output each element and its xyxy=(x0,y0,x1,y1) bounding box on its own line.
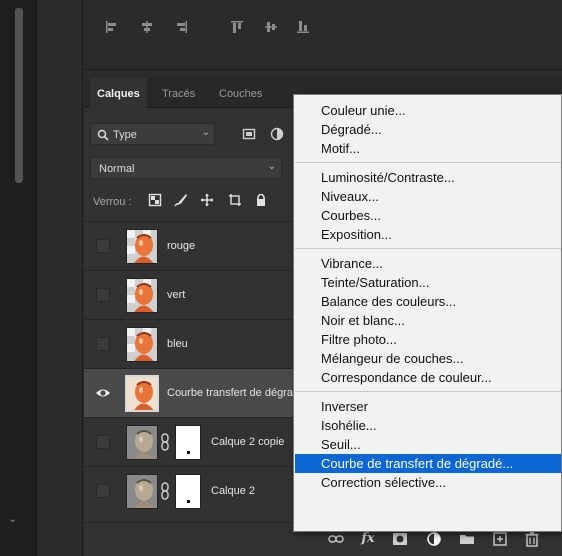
filter-adjustment-icon[interactable] xyxy=(270,127,284,141)
menu-separator xyxy=(295,248,561,249)
folder-icon[interactable] xyxy=(459,531,475,547)
blend-mode-select[interactable]: Normal ⌄ xyxy=(90,157,282,179)
layer-filter-select[interactable]: Type ⌄ xyxy=(90,123,215,145)
visibility-toggle[interactable] xyxy=(96,239,110,253)
menu-item[interactable]: Luminosité/Contraste... xyxy=(295,168,561,187)
new-layer-icon[interactable] xyxy=(492,531,508,547)
eye-icon[interactable] xyxy=(95,386,111,400)
align-center-vertical-icon[interactable] xyxy=(264,20,278,34)
align-bottom-icon[interactable] xyxy=(296,20,310,34)
lock-all-icon[interactable] xyxy=(254,193,268,207)
visibility-toggle[interactable] xyxy=(96,288,110,302)
align-top-icon[interactable] xyxy=(230,20,244,34)
menu-item[interactable]: Vibrance... xyxy=(295,254,561,273)
layer-thumbnail xyxy=(125,375,159,412)
layer-name: vert xyxy=(167,289,186,301)
align-left-icon[interactable] xyxy=(105,20,119,34)
menu-item[interactable]: Dégradé... xyxy=(295,120,561,139)
adjustment-layer-icon[interactable] xyxy=(426,531,442,547)
adjustment-layer-menu: Couleur unie... Dégradé... Motif... Luminos… xyxy=(293,94,562,532)
visibility-toggle[interactable] xyxy=(96,337,110,351)
menu-item[interactable]: Exposition... xyxy=(295,225,561,244)
menu-item[interactable]: Couleur unie... xyxy=(295,101,561,120)
link-layers-icon[interactable] xyxy=(328,531,344,547)
layer-thumbnail xyxy=(126,425,158,460)
lock-position-icon[interactable] xyxy=(200,193,214,207)
filter-pixel-icon[interactable] xyxy=(242,127,256,141)
blend-mode-value: Normal xyxy=(99,163,135,175)
menu-item[interactable]: Courbes... xyxy=(295,206,561,225)
menu-item[interactable]: Motif... xyxy=(295,139,561,158)
layer-thumbnail xyxy=(126,474,158,509)
menu-item[interactable]: Isohélie... xyxy=(295,416,561,435)
link-chain-icon[interactable] xyxy=(160,433,170,451)
layer-name: bleu xyxy=(167,338,188,350)
menu-item[interactable]: Noir et blanc... xyxy=(295,311,561,330)
menu-item[interactable]: Mélangeur de couches... xyxy=(295,349,561,368)
menu-item[interactable]: Filtre photo... xyxy=(295,330,561,349)
align-center-horizontal-icon[interactable] xyxy=(140,20,154,34)
align-toolbar xyxy=(84,0,562,70)
chevron-down-icon: ⌄ xyxy=(201,127,210,138)
layer-name: Courbe transfert de dégradé xyxy=(167,387,306,399)
search-icon xyxy=(97,128,109,141)
layer-name: Calque 2 xyxy=(211,485,256,497)
menu-item[interactable]: Correspondance de couleur... xyxy=(295,368,561,387)
menu-item[interactable]: Teinte/Saturation... xyxy=(295,273,561,292)
align-right-icon[interactable] xyxy=(174,20,188,34)
visibility-toggle[interactable] xyxy=(96,484,110,498)
layer-thumbnail xyxy=(126,229,158,264)
chevron-down-icon: ⌄ xyxy=(267,161,276,172)
layer-name: rouge xyxy=(167,240,196,252)
lock-transparent-pixels-icon[interactable] xyxy=(148,193,162,207)
menu-separator xyxy=(295,391,561,392)
menu-separator xyxy=(295,162,561,163)
lock-artboard-icon[interactable] xyxy=(228,193,242,207)
menu-item[interactable]: Courbe de transfert de dégradé... xyxy=(295,454,561,473)
tab-couches[interactable]: Couches xyxy=(212,78,269,108)
menu-item[interactable]: Inverser xyxy=(295,397,561,416)
left-panel-gap xyxy=(37,0,83,556)
visibility-toggle[interactable] xyxy=(96,435,110,449)
menu-item[interactable]: Balance des couleurs... xyxy=(295,292,561,311)
link-chain-icon[interactable] xyxy=(160,482,170,500)
trash-icon[interactable] xyxy=(524,531,540,547)
chevron-down-icon[interactable]: ⌄ xyxy=(8,512,17,525)
menu-item[interactable]: Seuil... xyxy=(295,435,561,454)
layer-thumbnail xyxy=(126,278,158,313)
menu-item[interactable]: Correction sélective... xyxy=(295,473,561,492)
left-scrollbar[interactable] xyxy=(15,8,23,183)
layer-mask-thumbnail[interactable] xyxy=(175,425,201,460)
tab-traces[interactable]: Tracés xyxy=(155,78,202,108)
tab-calques[interactable]: Calques xyxy=(90,78,147,108)
menu-item[interactable]: Niveaux... xyxy=(295,187,561,206)
layer-mask-thumbnail[interactable] xyxy=(175,474,201,509)
layer-name: Calque 2 copie xyxy=(211,436,285,448)
lock-image-pixels-icon[interactable] xyxy=(174,193,188,207)
fx-icon[interactable]: fx xyxy=(360,531,376,547)
lock-label: Verrou : xyxy=(93,196,132,208)
add-mask-icon[interactable] xyxy=(392,531,408,547)
filter-label: Type xyxy=(113,129,137,141)
photoshop-window: ⌄ Calques Tracés Couches Type ⌄ Normal ⌄… xyxy=(0,0,562,556)
layer-thumbnail xyxy=(126,327,158,362)
left-dock-strip: ⌄ xyxy=(0,0,37,556)
